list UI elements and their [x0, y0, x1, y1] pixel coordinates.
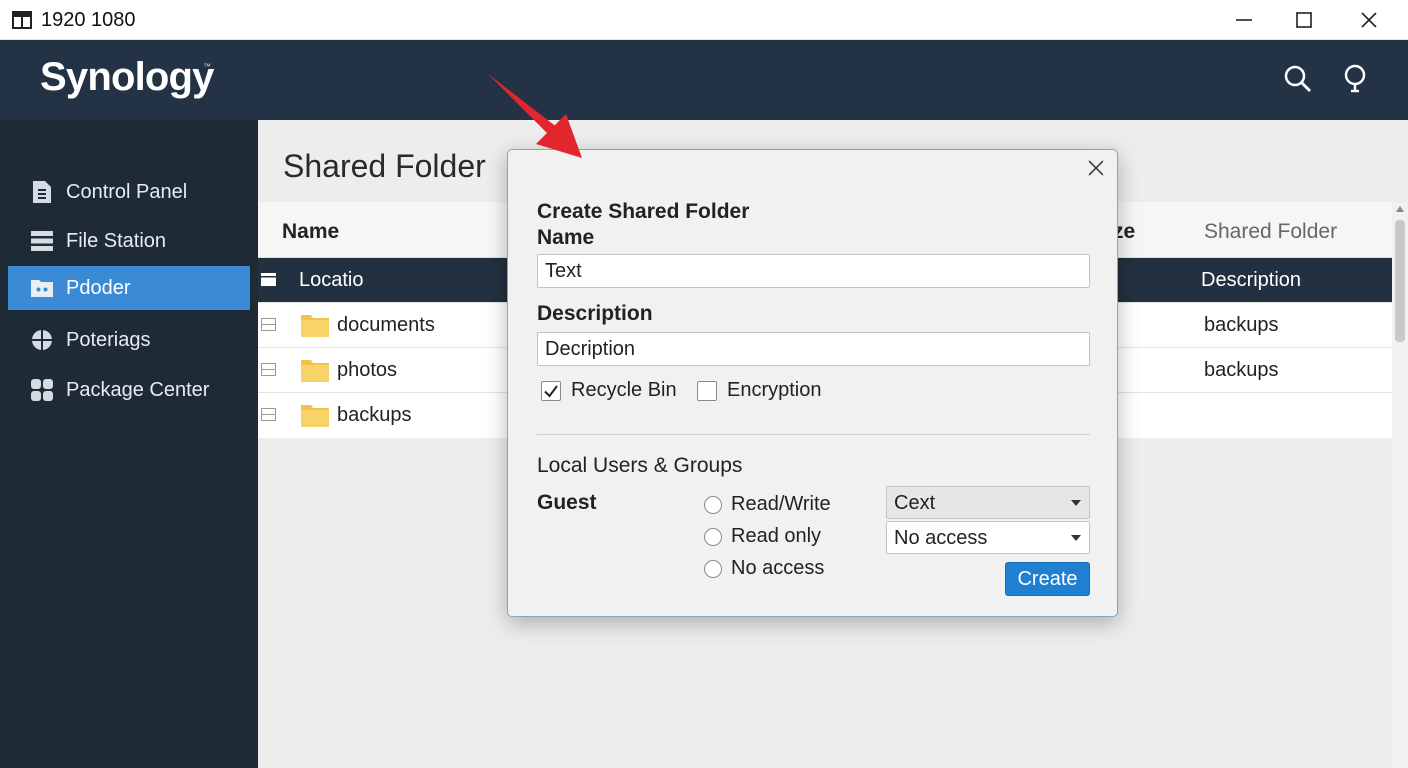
- recycle-bin-checkbox[interactable]: Recycle Bin: [541, 379, 677, 402]
- row-name: documents: [337, 314, 435, 336]
- radio-button[interactable]: [704, 495, 722, 514]
- guest-label: Guest: [537, 491, 597, 514]
- radio-read-write[interactable]: Read/Write: [704, 493, 831, 516]
- row-name: Locatio: [299, 269, 364, 291]
- dialog-heading: Create Shared Folder: [537, 200, 750, 223]
- create-button[interactable]: Create: [1005, 562, 1090, 596]
- table-scrollbar[interactable]: [1392, 202, 1408, 768]
- scroll-thumb[interactable]: [1395, 220, 1405, 342]
- local-users-groups-title: Local Users & Groups: [537, 454, 743, 477]
- search-icon: [1284, 65, 1311, 92]
- column-header-name[interactable]: Name: [282, 220, 339, 244]
- encryption-checkbox[interactable]: Encryption: [697, 379, 822, 402]
- sidebar-item-poteriags[interactable]: Poteriags: [8, 318, 250, 362]
- folder-icon: [301, 405, 329, 427]
- sidebar: Control Panel File Station Pdoder Poteri…: [0, 120, 258, 768]
- description-label: Description: [537, 302, 653, 325]
- close-window-button[interactable]: [1349, 6, 1389, 34]
- row-name: photos: [337, 359, 398, 381]
- sidebar-item-label: Package Center: [66, 378, 210, 401]
- select-value: No access: [894, 527, 988, 549]
- page-title: Shared Folder: [283, 148, 486, 184]
- annotation-arrow-icon: [488, 74, 582, 158]
- maximize-button[interactable]: [1284, 6, 1324, 34]
- name-input[interactable]: [537, 254, 1090, 288]
- select-value: Cext: [894, 492, 936, 514]
- radio-label: Read/Write: [731, 493, 831, 515]
- recycle-bin-label: Recycle Bin: [571, 379, 677, 401]
- radio-label: Read only: [731, 525, 822, 547]
- search-button[interactable]: [1281, 62, 1315, 96]
- sidebar-item-label: File Station: [66, 229, 167, 252]
- grid-icon: [30, 328, 54, 352]
- row-select-icon[interactable]: [261, 318, 276, 331]
- radio-button[interactable]: [704, 527, 722, 546]
- window-titlebar: 1920 1080: [0, 0, 1408, 40]
- name-label: Name: [537, 226, 595, 249]
- logo-trademark: ™: [203, 62, 211, 71]
- create-shared-folder-dialog: Create Shared Folder Name Description Re…: [507, 149, 1118, 617]
- dialog-divider: [537, 434, 1090, 435]
- description-input[interactable]: [537, 332, 1090, 366]
- row-shared-folder: backups: [1204, 314, 1279, 336]
- notifications-button[interactable]: [1338, 62, 1372, 96]
- checkmark-icon: [544, 384, 558, 398]
- minimize-button[interactable]: [1224, 6, 1264, 34]
- sidebar-item-file-station[interactable]: File Station: [8, 219, 250, 263]
- close-icon: [1088, 160, 1104, 176]
- row-select-icon: [261, 273, 276, 286]
- row-select-icon[interactable]: [261, 408, 276, 421]
- checkbox-checked[interactable]: [541, 380, 561, 401]
- chevron-down-icon: [1071, 500, 1081, 506]
- dialog-close-button[interactable]: [1084, 156, 1108, 180]
- app-header: Synology ™: [0, 40, 1408, 120]
- row-shared-folder: backups: [1204, 359, 1279, 381]
- permission-select-1[interactable]: Cext: [886, 486, 1090, 519]
- encryption-label: Encryption: [727, 379, 822, 401]
- radio-no-access[interactable]: No access: [704, 557, 824, 580]
- column-header-shared-folder[interactable]: Shared Folder: [1204, 220, 1337, 244]
- synology-logo: Synology: [40, 55, 214, 99]
- bulb-icon: [1344, 64, 1366, 93]
- window-title: 1920 1080: [41, 9, 136, 31]
- folder-share-icon: [30, 276, 54, 300]
- close-icon: [1361, 12, 1377, 28]
- sidebar-item-label: Control Panel: [66, 180, 188, 203]
- sidebar-item-control-panel[interactable]: Control Panel: [8, 170, 250, 214]
- checkbox-unchecked[interactable]: [697, 380, 717, 401]
- row-name: backups: [337, 404, 412, 426]
- scroll-up-icon[interactable]: [1396, 206, 1404, 212]
- sidebar-item-pdoder[interactable]: Pdoder: [8, 266, 250, 310]
- radio-button[interactable]: [704, 559, 722, 578]
- sidebar-item-label: Pdoder: [66, 276, 131, 299]
- maximize-icon: [1296, 12, 1312, 28]
- package-icon: [30, 378, 54, 402]
- radio-read-only[interactable]: Read only: [704, 525, 821, 548]
- minimize-icon: [1236, 19, 1252, 21]
- row-shared-folder: Description: [1201, 269, 1302, 291]
- app-window-icon: [12, 11, 32, 29]
- radio-label: No access: [731, 557, 825, 579]
- row-select-icon[interactable]: [261, 363, 276, 376]
- permission-select-2[interactable]: No access: [886, 521, 1090, 554]
- sidebar-item-label: Poteriags: [66, 328, 151, 351]
- sidebar-item-package-center[interactable]: Package Center: [8, 368, 250, 412]
- document-icon: [30, 180, 54, 204]
- folder-icon: [301, 360, 329, 382]
- server-icon: [30, 229, 54, 253]
- folder-icon: [301, 315, 329, 337]
- chevron-down-icon: [1071, 535, 1081, 541]
